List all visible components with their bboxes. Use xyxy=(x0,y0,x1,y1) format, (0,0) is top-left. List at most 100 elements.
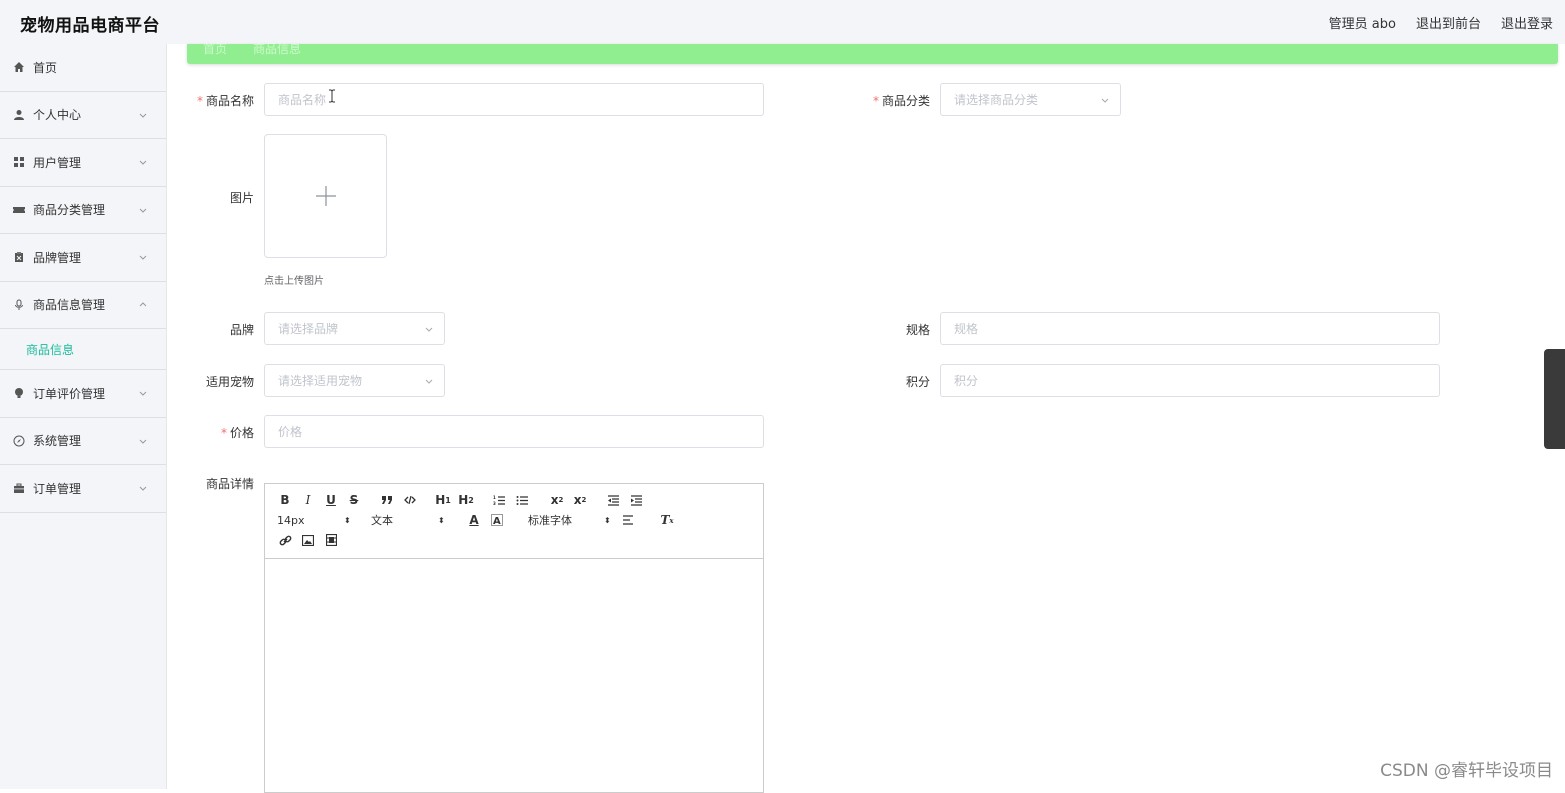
select-arrows-icon: ⬍ xyxy=(438,516,445,525)
sidebar-item-label: 个人中心 xyxy=(33,106,81,123)
detail-label: 商品详情 xyxy=(174,475,254,492)
background-color-icon[interactable]: A xyxy=(489,511,505,529)
font-size-select[interactable]: 14px⬍ xyxy=(277,514,347,527)
sidebar-item-brand-management[interactable]: 品牌管理 xyxy=(0,234,166,282)
toolbar-row: B I U S H1 H2 13 x2 x2 xyxy=(277,491,651,509)
price-label: *价格 xyxy=(174,424,254,441)
sidebar-item-label: 订单评价管理 xyxy=(33,385,105,402)
brand-select[interactable]: 请选择品牌 xyxy=(264,312,445,345)
toolbar-row xyxy=(277,531,346,549)
editor-toolbar: B I U S H1 H2 13 x2 x2 xyxy=(265,484,763,559)
font-color-button[interactable]: A xyxy=(466,511,482,529)
chevron-down-icon xyxy=(138,483,148,493)
pet-select[interactable]: 请选择适用宠物 xyxy=(264,364,445,397)
svg-text:1: 1 xyxy=(493,495,496,500)
brand-label: 品牌 xyxy=(174,321,254,338)
sidebar-subitem-product-info[interactable]: 商品信息 xyxy=(0,329,166,370)
spec-input[interactable]: 规格 xyxy=(940,312,1440,345)
font-family-select[interactable]: 标准字体⬍ xyxy=(528,512,608,528)
h2-button[interactable]: H2 xyxy=(458,491,474,509)
sidebar-item-system-management[interactable]: 系统管理 xyxy=(0,418,166,466)
italic-button[interactable]: I xyxy=(300,491,316,509)
chevron-down-icon xyxy=(1100,95,1110,105)
sidebar-item-order-review-management[interactable]: 订单评价管理 xyxy=(0,370,166,418)
bold-button[interactable]: B xyxy=(277,491,293,509)
blockquote-icon[interactable] xyxy=(379,491,395,509)
sidebar-item-label: 品牌管理 xyxy=(33,249,81,266)
sidebar-item-label: 订单管理 xyxy=(33,480,81,497)
chevron-down-icon xyxy=(138,252,148,262)
sidebar-item-label: 商品分类管理 xyxy=(33,201,105,218)
ordered-list-icon[interactable]: 13 xyxy=(491,491,507,509)
watermark: CSDN @睿轩毕设项目 xyxy=(1380,756,1553,781)
chevron-down-icon xyxy=(138,157,148,167)
image-icon[interactable] xyxy=(300,531,316,549)
sidebar-item-product-info-management[interactable]: 商品信息管理 xyxy=(0,282,166,330)
bullet-list-icon[interactable] xyxy=(514,491,530,509)
indent-icon[interactable] xyxy=(628,491,644,509)
chevron-down-icon xyxy=(424,324,434,334)
text-cursor-icon xyxy=(328,89,336,103)
app-title: 宠物用品电商平台 xyxy=(20,11,160,36)
user-label: 管理员 abo xyxy=(1329,13,1396,32)
svg-text:3: 3 xyxy=(493,501,496,506)
code-block-icon[interactable] xyxy=(402,491,418,509)
points-label: 积分 xyxy=(850,373,930,390)
breadcrumb-item-current: 商品信息 xyxy=(253,40,301,57)
top-bar: 宠物用品电商平台 管理员 abo 退出到前台 退出登录 xyxy=(0,0,1565,44)
svg-text:A: A xyxy=(493,516,501,526)
points-input[interactable]: 积分 xyxy=(940,364,1440,397)
breadcrumb: 首页 商品信息 xyxy=(187,44,1558,64)
microphone-icon xyxy=(12,298,26,312)
category-select[interactable]: 请选择商品分类 xyxy=(940,83,1121,116)
compass-icon xyxy=(12,434,26,448)
required-mark: * xyxy=(197,94,203,108)
superscript-button[interactable]: x2 xyxy=(572,491,588,509)
outdent-icon[interactable] xyxy=(605,491,621,509)
home-icon xyxy=(12,60,26,74)
upload-tip: 点击上传图片 xyxy=(264,272,324,287)
clipboard-icon xyxy=(12,250,26,264)
top-right-actions: 管理员 abo 退出到前台 退出登录 xyxy=(1329,13,1553,32)
price-input[interactable]: 价格 xyxy=(264,415,764,448)
sidebar-item-category-management[interactable]: 商品分类管理 xyxy=(0,187,166,235)
sidebar-item-home[interactable]: 首页 xyxy=(0,44,166,92)
chevron-down-icon xyxy=(138,388,148,398)
clear-format-button[interactable]: Tx xyxy=(659,511,675,529)
sidebar-item-user-management[interactable]: 用户管理 xyxy=(0,139,166,187)
spec-label: 规格 xyxy=(850,321,930,338)
sidebar-item-label: 商品信息管理 xyxy=(33,296,105,313)
video-icon[interactable] xyxy=(323,531,339,549)
required-mark: * xyxy=(873,94,879,108)
select-arrows-icon: ⬍ xyxy=(344,516,351,525)
grid-icon xyxy=(12,155,26,169)
subscript-button[interactable]: x2 xyxy=(549,491,565,509)
sidebar-item-personal-center[interactable]: 个人中心 xyxy=(0,92,166,140)
sidebar: 首页 个人中心 用户管理 商品分类管理 品牌管理 商品信息管理 xyxy=(0,44,167,789)
align-icon[interactable] xyxy=(620,511,636,529)
logout-link[interactable]: 退出登录 xyxy=(1501,13,1553,32)
breadcrumb-item-home[interactable]: 首页 xyxy=(203,40,227,57)
underline-button[interactable]: U xyxy=(323,491,339,509)
name-label: *商品名称 xyxy=(174,92,254,109)
select-arrows-icon: ⬍ xyxy=(604,516,611,525)
link-icon[interactable] xyxy=(277,531,293,549)
chevron-down-icon xyxy=(138,205,148,215)
sidebar-item-label: 首页 xyxy=(33,59,57,76)
main-content: 首页 商品信息 *商品名称 商品名称 *商品分类 请选择商品分类 图片 点击上传… xyxy=(187,44,1565,789)
image-uploader[interactable] xyxy=(264,134,387,258)
product-name-input[interactable]: 商品名称 xyxy=(264,83,764,116)
to-front-link[interactable]: 退出到前台 xyxy=(1416,13,1481,32)
chevron-down-icon xyxy=(138,110,148,120)
required-mark: * xyxy=(221,426,227,440)
strike-button[interactable]: S xyxy=(346,491,362,509)
side-panel-handle[interactable] xyxy=(1544,349,1565,449)
sidebar-item-order-management[interactable]: 订单管理 xyxy=(0,465,166,513)
plus-icon xyxy=(315,185,337,207)
h1-button[interactable]: H1 xyxy=(435,491,451,509)
toolbar-row: 14px⬍ 文本⬍ A A 标准字体⬍ Tx xyxy=(277,511,682,529)
rich-text-editor: B I U S H1 H2 13 x2 x2 xyxy=(264,483,764,793)
header-select[interactable]: 文本⬍ xyxy=(371,512,441,528)
sidebar-item-label: 用户管理 xyxy=(33,154,81,171)
chevron-down-icon xyxy=(138,436,148,446)
